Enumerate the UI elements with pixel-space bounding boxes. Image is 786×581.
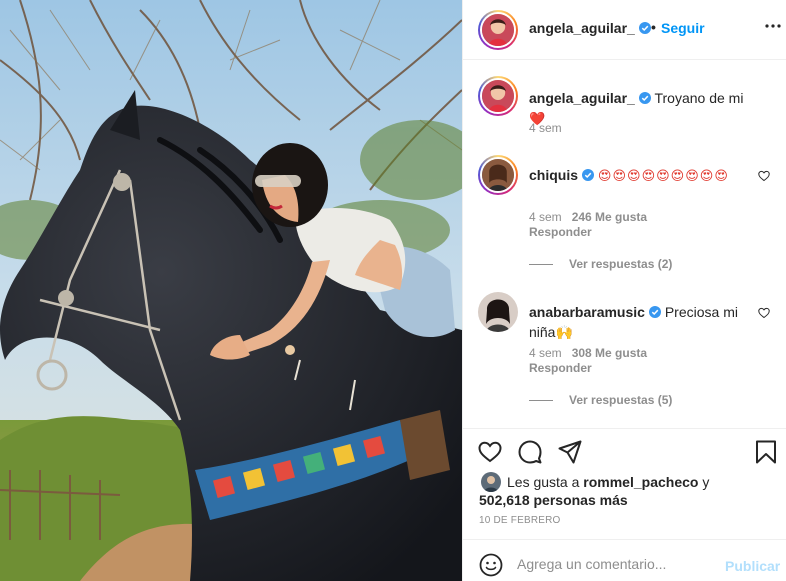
liker-avatar[interactable] <box>481 472 501 492</box>
comment-text: anabarbaramusic Preciosa mi niña🙌 <box>529 302 754 342</box>
add-comment-bar: Publicar <box>463 539 786 581</box>
share-paper-plane-icon[interactable] <box>557 439 583 465</box>
horse-rider-image <box>0 0 462 581</box>
post-details-panel: angela_aguilar_ • Seguir angela_aguilar_… <box>462 0 786 581</box>
reply-button[interactable]: Responder <box>529 225 592 239</box>
comment-time[interactable]: 4 sem <box>529 346 562 360</box>
verified-badge-icon <box>582 169 595 181</box>
comments-list[interactable]: angela_aguilar_ Troyano de mi ❤️ 4 sem c… <box>463 60 786 428</box>
follow-button[interactable]: Seguir <box>661 20 705 36</box>
commenter-username[interactable]: chiquis <box>529 167 578 183</box>
emoji-smiley-icon[interactable] <box>479 553 503 577</box>
liked-by-line: Les gusta a rommel_pacheco y <box>507 474 710 490</box>
reply-button[interactable]: Responder <box>529 361 592 375</box>
post-header: angela_aguilar_ • Seguir <box>463 0 786 60</box>
liker-username[interactable]: rommel_pacheco <box>583 474 698 490</box>
comment-input[interactable] <box>517 551 717 577</box>
view-replies-button[interactable]: Ver respuestas (2) <box>529 257 672 271</box>
comment-time[interactable]: 4 sem <box>529 210 562 224</box>
divider-line <box>529 263 553 265</box>
caption-username[interactable]: angela_aguilar_ <box>529 90 635 106</box>
comment-text: chiquis 😍😍😍😍😍😍😍😍😍 <box>529 165 754 186</box>
publish-comment-button[interactable]: Publicar <box>725 558 780 574</box>
like-comment-heart-icon[interactable] <box>758 170 770 182</box>
comment-body: 😍😍😍😍😍😍😍😍😍 <box>597 168 729 183</box>
instagram-post: angela_aguilar_ • Seguir angela_aguilar_… <box>0 0 786 581</box>
view-replies-button[interactable]: Ver respuestas (5) <box>529 393 672 407</box>
action-bar <box>463 428 786 472</box>
verified-badge-icon <box>638 92 651 104</box>
comment-bubble-icon[interactable] <box>517 439 543 465</box>
comment-like-count[interactable]: 308 Me gusta <box>572 346 647 360</box>
ellipsis-icon[interactable] <box>765 18 781 34</box>
comment-meta: 4 sem 246 Me gusta <box>529 210 647 224</box>
verified-badge-icon <box>648 306 661 318</box>
author-username[interactable]: angela_aguilar_ <box>529 20 651 36</box>
caption-body: Troyano de mi <box>654 90 744 106</box>
comment-like-count[interactable]: 246 Me gusta <box>572 210 647 224</box>
caption-text: angela_aguilar_ Troyano de mi ❤️ <box>529 88 754 129</box>
like-comment-heart-icon[interactable] <box>758 307 770 319</box>
caption-avatar[interactable] <box>478 76 518 116</box>
divider-line <box>529 399 553 401</box>
like-heart-icon[interactable] <box>477 439 503 465</box>
author-avatar[interactable] <box>478 10 518 50</box>
comment-meta: 4 sem 308 Me gusta <box>529 346 647 360</box>
header-separator: • <box>651 19 656 35</box>
post-photo[interactable] <box>0 0 462 581</box>
commenter-avatar[interactable] <box>478 292 518 332</box>
commenter-avatar[interactable] <box>478 155 518 195</box>
verified-badge-icon <box>638 22 651 34</box>
post-date[interactable]: 10 DE FEBRERO <box>479 515 561 526</box>
caption-time[interactable]: 4 sem <box>529 121 562 135</box>
others-like-count[interactable]: 502,618 personas más <box>479 491 628 509</box>
save-bookmark-icon[interactable] <box>753 439 779 465</box>
commenter-username[interactable]: anabarbaramusic <box>529 304 645 320</box>
